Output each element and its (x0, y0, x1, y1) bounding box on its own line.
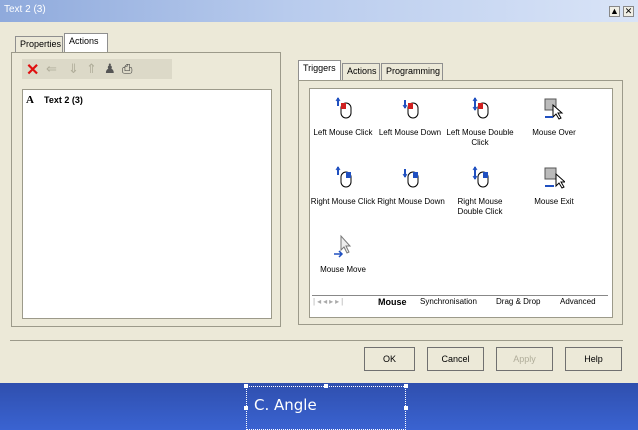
trigger-mouse-move[interactable]: Mouse Move (307, 265, 379, 275)
help-button[interactable]: Help (565, 347, 622, 371)
tab-drag-drop[interactable]: Drag & Drop (496, 297, 540, 306)
tab-programming[interactable]: Programming (381, 63, 443, 80)
trigger-mouse-exit[interactable]: Mouse Exit (518, 197, 590, 207)
mouse-over-icon[interactable] (543, 97, 565, 123)
tab-scroll-arrows[interactable]: |◂◂▸▸| (313, 297, 375, 309)
ok-button[interactable]: OK (364, 347, 415, 371)
tab-triggers[interactable]: Triggers (298, 60, 341, 80)
left-mouse-click-icon[interactable] (333, 97, 355, 123)
left-mouse-double-click-icon[interactable] (470, 97, 492, 123)
arrow-up-icon[interactable]: ⇑ (86, 61, 97, 77)
mouse-exit-icon[interactable] (543, 166, 567, 192)
close-button[interactable]: ✕ (623, 6, 634, 17)
apply-button[interactable]: Apply (496, 347, 553, 371)
trigger-left-mouse-down[interactable]: Left Mouse Down (374, 128, 446, 138)
tab-mouse[interactable]: Mouse (378, 297, 407, 307)
selected-text[interactable]: C. Angle (254, 396, 317, 414)
trigger-left-mouse-double-click[interactable]: Left Mouse Double Click (444, 128, 516, 148)
window-title: Text 2 (3) (4, 4, 46, 15)
cancel-button[interactable]: Cancel (427, 347, 484, 371)
left-mouse-down-icon[interactable] (400, 97, 422, 123)
tab-advanced[interactable]: Advanced (560, 297, 596, 306)
arrow-left-icon[interactable]: ⇐ (46, 61, 57, 77)
right-mouse-click-icon[interactable] (333, 166, 355, 192)
arrow-down-icon[interactable]: ⇓ (68, 61, 79, 77)
tab-properties[interactable]: Properties (15, 36, 63, 52)
resize-handle[interactable] (244, 384, 248, 388)
actions-list[interactable] (22, 89, 272, 319)
resize-handle[interactable] (244, 406, 248, 410)
trigger-right-mouse-double-click[interactable]: Right Mouse Double Click (444, 197, 516, 217)
resize-handle[interactable] (404, 384, 408, 388)
trigger-left-mouse-click[interactable]: Left Mouse Click (307, 128, 379, 138)
tab-actions[interactable]: Actions (64, 33, 108, 52)
tab-synchronisation[interactable]: Synchronisation (420, 297, 477, 306)
divider (10, 340, 623, 341)
resize-handle[interactable] (404, 406, 408, 410)
minimize-button[interactable]: ▲ (609, 6, 620, 17)
resize-handle[interactable] (324, 384, 328, 388)
person-icon[interactable]: ♟ (104, 61, 116, 77)
right-mouse-down-icon[interactable] (400, 166, 422, 192)
trigger-mouse-over[interactable]: Mouse Over (518, 128, 590, 138)
tab-actions-right[interactable]: Actions (342, 63, 380, 80)
mouse-move-icon[interactable] (333, 234, 355, 260)
object-type-icon: A (26, 94, 34, 106)
actions-toolbar (22, 59, 172, 79)
delete-icon[interactable]: ✕ (26, 60, 39, 80)
print-icon[interactable]: ⎙ (122, 61, 132, 77)
object-label[interactable]: Text 2 (3) (44, 95, 83, 105)
right-mouse-double-click-icon[interactable] (470, 166, 492, 192)
trigger-right-mouse-down[interactable]: Right Mouse Down (370, 197, 452, 207)
title-bar (0, 0, 638, 22)
